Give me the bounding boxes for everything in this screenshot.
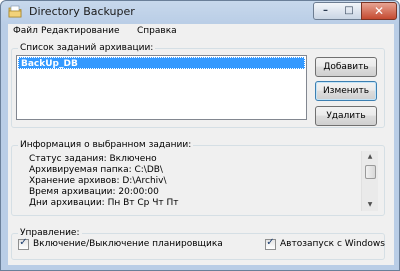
close-icon: ✕ [373, 4, 385, 18]
info-archive-storage: Хранение архивов: D:\Archiv\ [29, 176, 167, 186]
scroll-thumb[interactable] [365, 165, 376, 179]
job-info-text: Статус задания: Включено Архивируемая па… [16, 150, 378, 212]
minimize-icon: – [323, 5, 328, 16]
jobs-group-label: Список заданий архивации: [18, 43, 156, 53]
list-item[interactable]: BackUp_DB [18, 57, 305, 69]
minimize-button[interactable]: – [313, 2, 338, 20]
menu-bar: Файл Редактирование Справка [8, 24, 394, 39]
app-window: Directory Backuper – □ ✕ Файл Редактиров… [0, 0, 400, 271]
scheduler-toggle-label[interactable]: Включение/Выключение планировщика [33, 239, 223, 249]
scroll-up-arrow-icon[interactable]: ▲ [362, 152, 378, 162]
add-button[interactable]: Добавить [315, 57, 377, 77]
menu-file[interactable]: Файл [13, 26, 38, 36]
autostart-checkbox[interactable]: ✓ [265, 237, 276, 250]
info-group-label: Информация о выбранном задании: [18, 140, 194, 150]
autostart-label[interactable]: Автозапуск с Windows [280, 239, 385, 249]
scroll-down-arrow-icon[interactable]: ▼ [362, 200, 378, 210]
maximize-button[interactable]: □ [337, 2, 362, 20]
window-title: Directory Backuper [29, 5, 135, 18]
maximize-icon: □ [344, 5, 354, 16]
title-bar[interactable]: Directory Backuper – □ ✕ [1, 1, 399, 23]
info-archive-days: Дни архивации: Пн Вт Ср Чт Пт [29, 198, 179, 208]
folder-icon [8, 5, 22, 18]
jobs-list[interactable]: BackUp_DB [16, 55, 307, 120]
edit-button[interactable]: Изменить [315, 81, 377, 101]
menu-edit[interactable]: Редактирование [41, 26, 120, 36]
info-status: Статус задания: Включено [29, 154, 157, 164]
info-source-folder: Архивируемая папка: C:\DB\ [29, 165, 163, 175]
check-icon: ✓ [266, 237, 275, 248]
close-button[interactable]: ✕ [361, 2, 397, 20]
menu-help[interactable]: Справка [137, 26, 177, 36]
check-icon: ✓ [19, 237, 28, 248]
scheduler-toggle-checkbox[interactable]: ✓ [18, 237, 29, 250]
info-scrollbar[interactable]: ▲ ▼ [361, 151, 378, 211]
info-archive-time: Время архивации: 20:00:00 [29, 187, 159, 197]
delete-button[interactable]: Удалить [315, 106, 377, 126]
